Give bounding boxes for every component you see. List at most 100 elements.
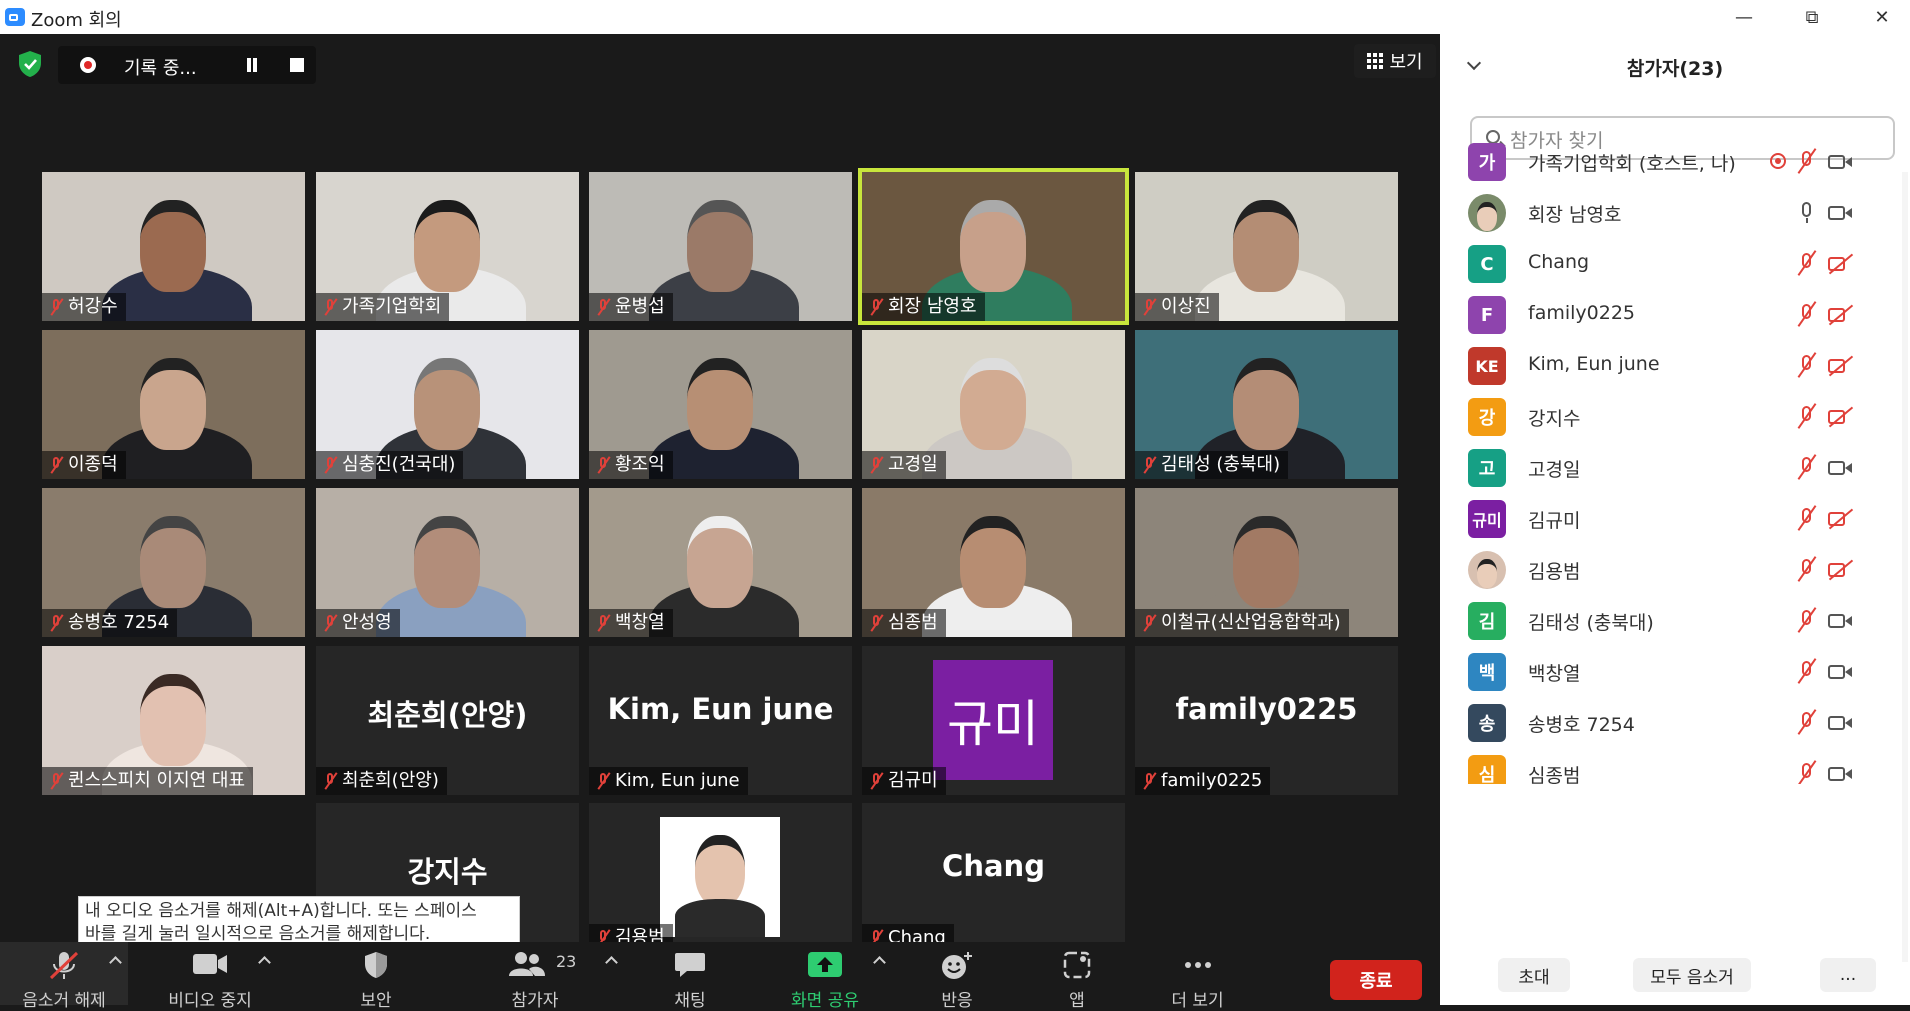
video-off-icon[interactable] <box>1827 405 1853 429</box>
participant-name: 김규미 <box>888 770 938 791</box>
video-options-caret-icon[interactable] <box>259 955 269 965</box>
video-tile[interactable]: 심충진(건국대) <box>316 330 579 479</box>
participant-list-name: Chang <box>1528 251 1590 273</box>
video-tile[interactable]: 안성영 <box>316 488 579 637</box>
video-tile[interactable]: Chang Chang <box>862 803 1125 952</box>
muted-mic-icon[interactable] <box>1794 150 1820 174</box>
view-button[interactable]: 보기 <box>1354 44 1436 78</box>
video-camera-icon[interactable] <box>1827 762 1853 784</box>
security-button[interactable]: 보안 <box>326 942 426 1011</box>
muted-mic-icon <box>1141 614 1157 632</box>
more-button[interactable]: 더 보기 <box>1150 942 1245 1011</box>
video-tile[interactable]: 회장 남영호 <box>858 168 1129 325</box>
participant-name: 송병호 7254 <box>68 612 170 633</box>
unmute-button[interactable]: 음소거 해제 <box>0 942 128 1011</box>
video-tile[interactable]: 이상진 <box>1135 172 1398 321</box>
mute-all-button[interactable]: 모두 음소거 <box>1633 958 1751 992</box>
participants-options-caret-icon[interactable] <box>606 955 616 965</box>
video-tile[interactable]: 황조익 <box>589 330 852 479</box>
muted-mic-icon[interactable] <box>1794 609 1820 633</box>
video-tile[interactable]: 이철규(신산업융합학과) <box>1135 488 1398 637</box>
video-tile[interactable]: 김태성 (충북대) <box>1135 330 1398 479</box>
close-icon[interactable]: ✕ <box>1856 0 1908 34</box>
video-tile[interactable]: 송병호 7254 <box>42 488 305 637</box>
muted-mic-icon[interactable] <box>1794 660 1820 684</box>
muted-mic-icon[interactable] <box>1794 558 1820 582</box>
participant-name-tag: Kim, Eun june <box>589 767 748 795</box>
participant-name: Kim, Eun june <box>615 770 740 791</box>
participant-name-tag: family0225 <box>1135 767 1271 795</box>
video-off-icon[interactable] <box>1827 354 1853 378</box>
muted-mic-icon <box>1141 298 1157 316</box>
stop-video-button[interactable]: 비디오 중지 <box>150 942 270 1011</box>
mic-icon[interactable] <box>1794 201 1820 225</box>
video-camera-icon[interactable] <box>1827 201 1853 225</box>
video-off-icon[interactable] <box>1827 507 1853 531</box>
muted-mic-icon <box>868 456 884 474</box>
video-off-icon[interactable] <box>1827 558 1853 582</box>
muted-mic-icon[interactable] <box>1794 354 1820 378</box>
video-off-icon[interactable] <box>1827 303 1853 327</box>
reactions-button[interactable]: 반응 <box>912 942 1002 1011</box>
muted-mic-icon[interactable] <box>1794 762 1820 784</box>
security-shield-icon <box>365 952 387 978</box>
muted-mic-icon[interactable] <box>1794 711 1820 735</box>
participant-name-tag: 가족기업학회 <box>316 293 450 321</box>
restore-icon[interactable]: ⧉ <box>1786 0 1838 34</box>
video-tile[interactable]: 최춘희(안양) 최춘희(안양) <box>316 646 579 795</box>
video-tile[interactable]: 고경일 <box>862 330 1125 479</box>
video-camera-icon[interactable] <box>1827 150 1853 174</box>
muted-mic-icon[interactable] <box>1794 303 1820 327</box>
video-tile[interactable]: 심종범 <box>862 488 1125 637</box>
video-tile[interactable]: 가족기업학회 <box>316 172 579 321</box>
share-screen-button[interactable]: 화면 공유 <box>765 942 885 1011</box>
participant-name: 윤병섭 <box>615 296 665 317</box>
avatar: 가 <box>1468 143 1506 181</box>
video-tile[interactable]: 이종덕 <box>42 330 305 479</box>
invite-button[interactable]: 초대 <box>1498 958 1570 992</box>
participant-name-tag: 황조익 <box>589 451 673 479</box>
share-screen-icon <box>808 952 842 977</box>
video-camera-icon[interactable] <box>1827 711 1853 735</box>
muted-mic-icon <box>868 614 884 632</box>
zoom-logo-icon <box>5 8 25 26</box>
participant-display-name: Chang <box>942 849 1045 883</box>
avatar <box>1468 551 1506 589</box>
video-tile[interactable]: 윤병섭 <box>589 172 852 321</box>
video-tile[interactable]: 백창열 <box>589 488 852 637</box>
muted-mic-icon[interactable] <box>1794 252 1820 276</box>
participant-list-scrollbar[interactable] <box>1902 172 1908 962</box>
pause-recording-icon[interactable] <box>244 57 260 73</box>
participant-list-name: 강지수 <box>1528 408 1581 430</box>
video-camera-icon[interactable] <box>1827 609 1853 633</box>
video-camera-icon[interactable] <box>1827 456 1853 480</box>
minimize-icon[interactable]: — <box>1718 0 1770 34</box>
muted-mic-icon[interactable] <box>1794 405 1820 429</box>
video-tile[interactable]: Kim, Eun june Kim, Eun june <box>589 646 852 795</box>
audio-options-caret-icon[interactable] <box>110 955 120 965</box>
participant-name: family0225 <box>1161 770 1263 791</box>
muted-mic-icon[interactable] <box>1794 456 1820 480</box>
video-tile[interactable]: 퀸스스피치 이지연 대표 <box>42 646 305 795</box>
video-tile[interactable]: 김용범 <box>589 803 852 952</box>
chat-button[interactable]: 채팅 <box>640 942 740 1011</box>
end-meeting-button[interactable]: 종료 <box>1330 960 1422 1000</box>
participant-list-name: 김용범 <box>1528 561 1581 583</box>
video-camera-icon[interactable] <box>1827 660 1853 684</box>
video-tile[interactable]: family0225 family0225 <box>1135 646 1398 795</box>
panel-more-button[interactable]: ... <box>1820 958 1876 992</box>
participant-row[interactable]: 심 심종범 <box>1440 743 1910 784</box>
avatar: KE <box>1468 347 1506 385</box>
shield-check-icon[interactable] <box>14 48 46 80</box>
participant-name-tag: 심충진(건국대) <box>316 451 464 479</box>
muted-mic-icon[interactable] <box>1794 507 1820 531</box>
video-tile[interactable]: 허강수 <box>42 172 305 321</box>
participant-name-tag: 회장 남영호 <box>862 293 985 321</box>
participant-name: 이종덕 <box>68 454 118 475</box>
video-tile[interactable]: 규미 김규미 <box>862 646 1125 795</box>
video-off-icon[interactable] <box>1827 252 1853 276</box>
share-options-caret-icon[interactable] <box>874 955 884 965</box>
stop-recording-icon[interactable] <box>290 58 304 72</box>
apps-button[interactable]: 앱 <box>1032 942 1122 1011</box>
participants-button[interactable]: 23 참가자 <box>480 942 590 1011</box>
